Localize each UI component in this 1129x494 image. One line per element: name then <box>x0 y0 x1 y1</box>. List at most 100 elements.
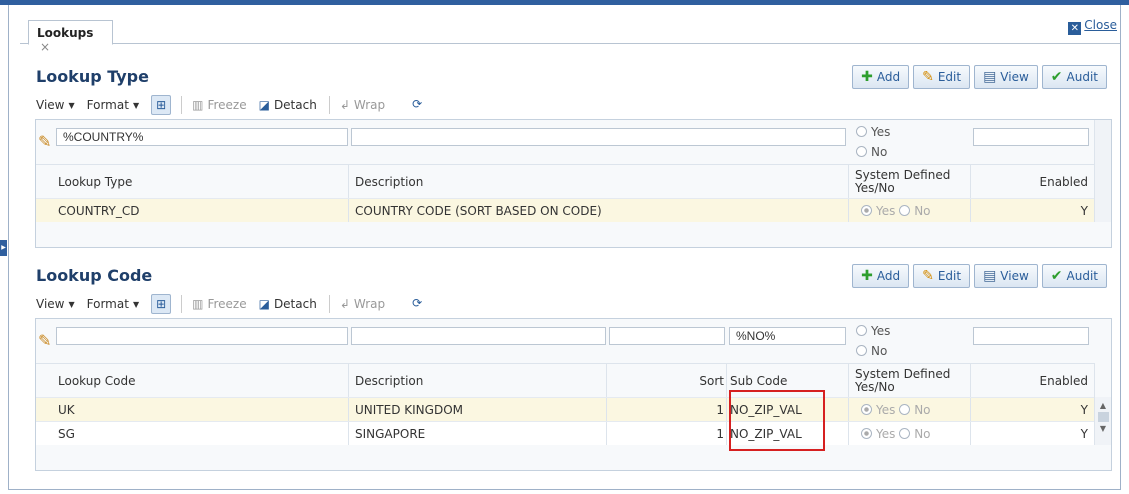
col-header-system-defined[interactable]: System Defined Yes/No <box>849 364 971 397</box>
col-header-enabled[interactable]: Enabled <box>971 364 1095 397</box>
cell-system-defined: Yes No <box>849 398 971 421</box>
lookup-type-title: Lookup Type <box>36 67 149 86</box>
audit-label: Audit <box>1066 269 1098 283</box>
header-row: Lookup Code Description Sort Sub Code Sy… <box>36 363 1095 397</box>
query-by-example-icon[interactable]: ⊞ <box>151 294 172 314</box>
refresh-icon[interactable]: ⟳ <box>407 294 427 314</box>
sub-code-filter-input[interactable] <box>729 327 846 345</box>
cell-lookup-code: SG <box>36 422 349 445</box>
vertical-scrollbar[interactable]: ▲ ▼ <box>1094 397 1111 445</box>
description-filter-input[interactable] <box>351 128 846 146</box>
lookup-type-edit-button[interactable]: ✎ Edit <box>913 65 971 89</box>
radio-icon <box>861 428 872 439</box>
wrap-icon: ↲ <box>339 98 350 112</box>
scroll-up-icon[interactable]: ▲ <box>1095 401 1111 410</box>
table-row[interactable]: COUNTRY_CD COUNTRY CODE (SORT BASED ON C… <box>36 198 1095 222</box>
radio-icon <box>856 345 867 356</box>
close-button[interactable]: ✕ Close <box>1068 18 1117 35</box>
lookup-type-view-button[interactable]: ▤ View <box>974 65 1038 89</box>
system-defined-filter: Yes No <box>856 321 890 361</box>
refresh-icon[interactable]: ⟳ <box>407 95 427 115</box>
radio-icon <box>856 325 867 336</box>
lookup-type-table: ✎ Yes No Lookup Type Description System … <box>35 119 1112 248</box>
freeze-button[interactable]: ▥ Freeze <box>192 98 247 112</box>
vertical-scrollbar[interactable] <box>1094 120 1111 222</box>
freeze-label: Freeze <box>207 98 247 112</box>
freeze-icon: ▥ <box>192 297 204 311</box>
col-header-description[interactable]: Description <box>349 165 849 198</box>
yes-radio[interactable]: Yes <box>856 321 890 341</box>
col-header-lookup-code[interactable]: Lookup Code <box>36 364 349 397</box>
sort-filter-input[interactable] <box>609 327 725 345</box>
format-menu[interactable]: Format ▼ <box>87 297 139 311</box>
lookup-code-table: ✎ Yes No Lookup Code Description Sort Su… <box>35 318 1112 471</box>
pencil-icon: ✎ <box>38 132 52 151</box>
lookup-type-filter-input[interactable] <box>56 128 348 146</box>
no-radio[interactable]: No <box>856 341 890 361</box>
view-menu-label: View <box>36 297 65 311</box>
lookup-code-toolbar: View ▼ Format ▼ ⊞ ▥ Freeze ◪ Detach ↲ Wrap ⟳ <box>36 291 1112 317</box>
freeze-button[interactable]: ▥ Freeze <box>192 297 247 311</box>
wrap-button[interactable]: ↲ Wrap <box>340 297 385 311</box>
col-header-description[interactable]: Description <box>349 364 607 397</box>
tab-close-icon[interactable]: × <box>40 40 50 54</box>
close-label: Close <box>1084 18 1117 32</box>
table-row[interactable]: UK UNITED KINGDOM 1 NO_ZIP_VAL Yes No Y <box>36 397 1095 421</box>
view-label: View <box>1000 70 1029 84</box>
tab-strip: Lookups × <box>20 12 1120 54</box>
detach-label: Detach <box>273 98 317 112</box>
lookup-type-add-button[interactable]: ✚ Add <box>852 65 910 89</box>
col-header-sort[interactable]: Sort <box>607 364 727 397</box>
scroll-down-icon[interactable]: ▼ <box>1095 424 1111 433</box>
no-label: No <box>914 402 931 417</box>
col-header-lookup-type[interactable]: Lookup Type <box>36 165 349 198</box>
pencil-icon: ✎ <box>38 331 52 350</box>
radio-icon <box>856 146 867 157</box>
expand-panel-handle[interactable]: ▶ <box>0 240 7 256</box>
check-icon: ✔ <box>1050 69 1063 85</box>
no-radio[interactable]: No <box>856 142 890 162</box>
view-menu[interactable]: View ▼ <box>36 297 75 311</box>
cell-enabled: Y <box>971 398 1095 421</box>
tab-lookups[interactable]: Lookups × <box>28 20 113 54</box>
divider <box>181 96 183 114</box>
cell-sort: 1 <box>607 398 727 421</box>
lookup-type-audit-button[interactable]: ✔ Audit <box>1041 65 1107 89</box>
description-filter-input[interactable] <box>351 327 606 345</box>
detach-icon: ◪ <box>258 297 270 311</box>
header-row: Lookup Type Description System Defined Y… <box>36 164 1095 198</box>
lookup-code-actions: ✚ Add ✎ Edit ▤ View ✔ Audit <box>852 264 1107 288</box>
enabled-filter-input[interactable] <box>973 327 1089 345</box>
detach-label: Detach <box>273 297 317 311</box>
yes-radio[interactable]: Yes <box>856 122 890 142</box>
audit-label: Audit <box>1066 70 1098 84</box>
lookup-code-filter-input[interactable] <box>56 327 348 345</box>
tab-label: Lookups <box>37 26 94 40</box>
lookup-code-add-button[interactable]: ✚ Add <box>852 264 910 288</box>
lookup-code-edit-button[interactable]: ✎ Edit <box>913 264 971 288</box>
freeze-label: Freeze <box>207 297 247 311</box>
query-by-example-icon[interactable]: ⊞ <box>151 95 172 115</box>
lookup-code-audit-button[interactable]: ✔ Audit <box>1041 264 1107 288</box>
radio-icon <box>861 205 872 216</box>
format-menu[interactable]: Format ▼ <box>87 98 139 112</box>
yes-label: Yes <box>876 402 896 417</box>
lookup-code-view-button[interactable]: ▤ View <box>974 264 1038 288</box>
col-header-enabled[interactable]: Enabled <box>971 165 1095 198</box>
table-row[interactable]: SG SINGAPORE 1 NO_ZIP_VAL Yes No Y <box>36 421 1095 445</box>
view-menu[interactable]: View ▼ <box>36 98 75 112</box>
lookup-type-actions: ✚ Add ✎ Edit ▤ View ✔ Audit <box>852 65 1107 89</box>
detach-button[interactable]: ◪ Detach <box>259 98 317 112</box>
cell-lookup-type: COUNTRY_CD <box>36 199 349 222</box>
col-header-system-defined[interactable]: System Defined Yes/No <box>849 165 971 198</box>
enabled-filter-input[interactable] <box>973 128 1089 146</box>
wrap-button[interactable]: ↲ Wrap <box>340 98 385 112</box>
view-menu-label: View <box>36 98 65 112</box>
close-icon: ✕ <box>1068 22 1082 35</box>
lookup-code-title: Lookup Code <box>36 266 153 285</box>
detach-button[interactable]: ◪ Detach <box>259 297 317 311</box>
highlight-box <box>729 390 825 451</box>
yes-label: Yes <box>871 125 891 139</box>
scroll-thumb[interactable] <box>1097 412 1109 422</box>
pencil-icon: ✎ <box>922 268 934 284</box>
